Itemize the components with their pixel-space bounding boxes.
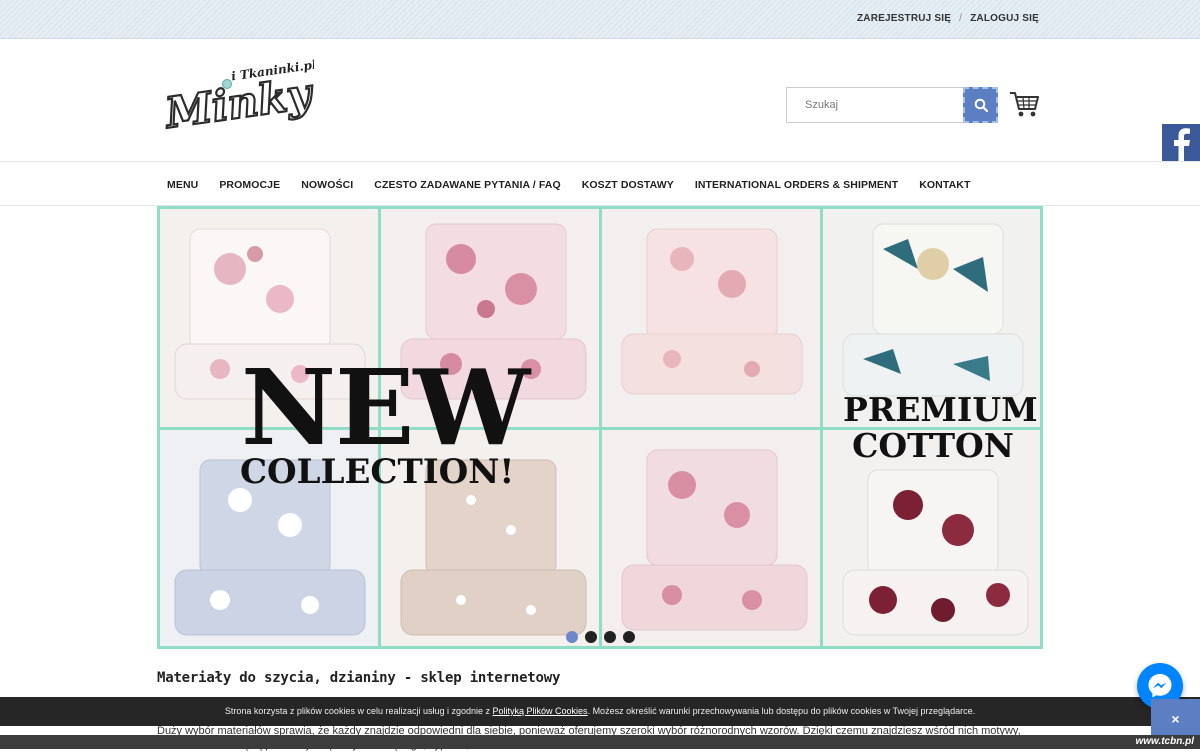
banner-tile <box>602 209 820 427</box>
cookie-banner: Strona korzysta z plików cookies w celu … <box>0 697 1200 726</box>
facebook-icon <box>1174 128 1190 161</box>
banner-badge-line1: PREMIUM <box>843 390 1038 429</box>
account-links-separator: / <box>959 13 963 24</box>
messenger-icon <box>1148 674 1172 698</box>
banner-badge: PREMIUM COTTON <box>843 390 1038 465</box>
search-bar <box>786 87 998 123</box>
slider-dot-1[interactable] <box>566 631 578 643</box>
page-title: Materiały do szycia, dzianiny - sklep in… <box>157 670 561 686</box>
nav-item-nowosci[interactable]: Nowości <box>291 162 364 206</box>
watermark: www.tcbn.pl <box>1135 736 1194 747</box>
search-button[interactable] <box>963 87 998 123</box>
nav-item-koszt-dostawy[interactable]: Koszt dostawy <box>572 162 685 206</box>
search-input[interactable] <box>786 87 964 123</box>
logo-button-icon <box>222 79 232 89</box>
slider-dots <box>566 631 635 643</box>
hero-banner[interactable]: NEW COLLECTION! PREMIUM COTTON <box>157 206 1043 649</box>
top-bar: Zarejestruj się / Zaloguj się <box>0 0 1200 39</box>
close-icon[interactable]: × <box>1151 699 1200 735</box>
nav-item-kontakt[interactable]: Kontakt <box>909 162 981 206</box>
search-icon <box>974 98 988 112</box>
banner-tile <box>602 430 820 646</box>
nav-item-international-orders[interactable]: International orders & shipment <box>685 162 909 206</box>
nav-item-promocje[interactable]: Promocje <box>209 162 291 206</box>
login-link[interactable]: Zaloguj się <box>970 13 1039 24</box>
slider-dot-3[interactable] <box>604 631 616 643</box>
register-link[interactable]: Zarejestruj się <box>857 13 951 24</box>
cart-icon[interactable] <box>1008 88 1040 120</box>
banner-badge-line2: COTTON <box>852 426 1014 465</box>
cookie-policy-link[interactable]: Polityką Plików Cookies <box>493 706 588 716</box>
main-navigation: Menu Promocje Nowości Czesto zadawane py… <box>0 161 1200 206</box>
nav-item-menu[interactable]: Menu <box>157 162 209 206</box>
cookie-text-before: Strona korzysta z plików cookies w celu … <box>224 706 493 716</box>
bottom-bar <box>0 735 1200 749</box>
facebook-button[interactable] <box>1162 124 1200 161</box>
slider-dot-4[interactable] <box>623 631 635 643</box>
nav-item-faq[interactable]: Czesto zadawane pytania / FAQ <box>364 162 571 206</box>
slider-dot-2[interactable] <box>585 631 597 643</box>
cookie-text-after: . Możesz określić warunki przechowywania… <box>587 706 976 716</box>
site-logo[interactable]: Minky i Tkaninki.pl <box>159 58 318 140</box>
banner-headline: NEW <box>241 346 530 469</box>
banner-subheadline: COLLECTION! <box>240 452 515 492</box>
account-links: Zarejestruj się / Zaloguj się <box>857 13 1039 24</box>
